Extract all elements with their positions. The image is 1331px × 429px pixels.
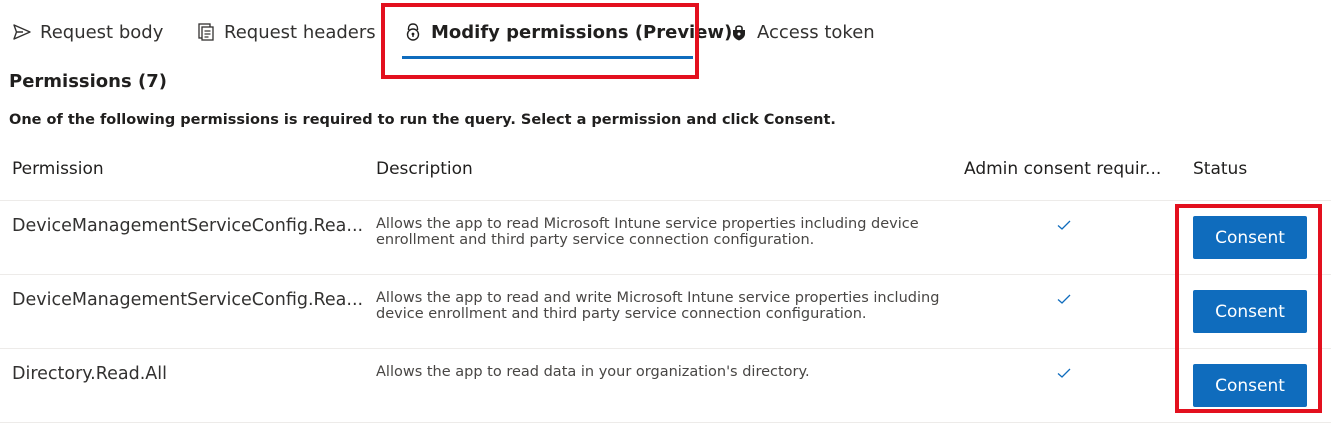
- permissions-table-header: Permission Description Admin consent req…: [0, 157, 1331, 189]
- table-row: DeviceManagementServiceConfig.Rea... All…: [0, 200, 1331, 275]
- highlight-box-status: [1175, 204, 1322, 413]
- permission-name: DeviceManagementServiceConfig.Rea...: [12, 216, 364, 236]
- permissions-title: Permissions (7): [9, 71, 167, 92]
- tab-access-token[interactable]: Access token: [729, 16, 875, 48]
- lock-shield-icon: [729, 22, 749, 42]
- send-icon: [12, 22, 32, 42]
- highlight-box-tab: [381, 3, 699, 79]
- document-list-icon: [196, 22, 216, 42]
- tab-label: Request body: [40, 21, 164, 43]
- checkmark-icon: [1056, 291, 1072, 307]
- column-header-admin-consent[interactable]: Admin consent requir...: [964, 159, 1161, 179]
- table-row: Directory.Read.All Allows the app to rea…: [0, 348, 1331, 423]
- table-bottom-divider: [0, 422, 1331, 423]
- permission-description: Allows the app to read data in your orga…: [376, 364, 810, 380]
- column-header-permission[interactable]: Permission: [12, 159, 104, 179]
- permission-description: Allows the app to read Microsoft Intune …: [376, 216, 919, 248]
- permission-description: Allows the app to read and write Microso…: [376, 290, 940, 322]
- column-header-status[interactable]: Status: [1193, 159, 1247, 179]
- column-header-description[interactable]: Description: [376, 159, 473, 179]
- table-row: DeviceManagementServiceConfig.Rea... All…: [0, 274, 1331, 349]
- tab-label: Request headers: [224, 21, 376, 43]
- permissions-instruction: One of the following permissions is requ…: [9, 112, 836, 128]
- tab-request-body[interactable]: Request body: [12, 16, 163, 48]
- checkmark-icon: [1056, 365, 1072, 381]
- tab-label: Access token: [757, 21, 875, 43]
- graph-explorer-permissions-panel: Request body Request headers Modify perm…: [0, 0, 1331, 429]
- tab-request-headers[interactable]: Request headers: [196, 16, 376, 48]
- checkmark-icon: [1056, 217, 1072, 233]
- permission-name: DeviceManagementServiceConfig.Rea...: [12, 290, 364, 310]
- permission-name: Directory.Read.All: [12, 364, 167, 384]
